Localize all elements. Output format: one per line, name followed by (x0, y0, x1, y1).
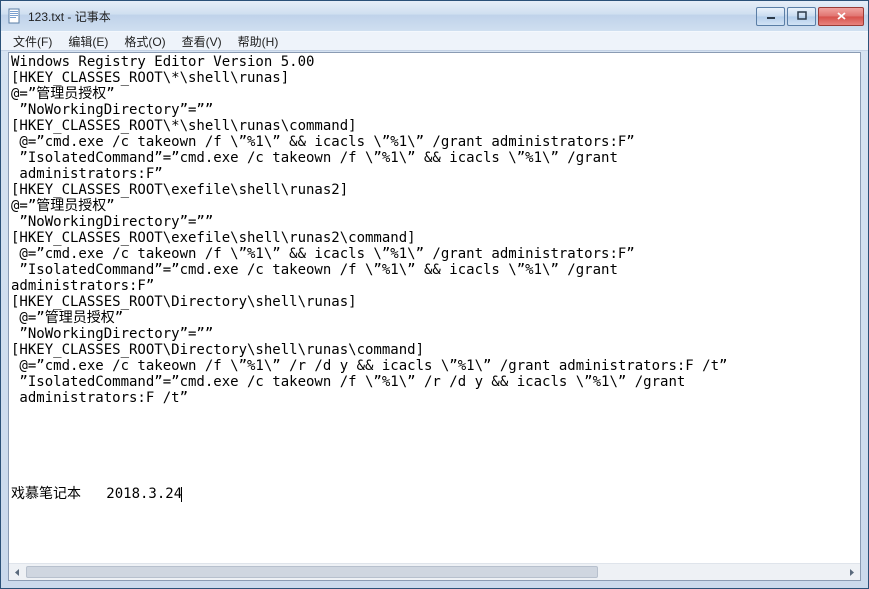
minimize-icon (766, 11, 776, 21)
scroll-thumb[interactable] (26, 566, 598, 578)
text-line (11, 422, 858, 438)
window-title: 123.txt - 记事本 (28, 8, 756, 25)
triangle-right-icon (847, 568, 856, 577)
window-controls (756, 7, 864, 26)
text-line: [HKEY_CLASSES_ROOT\exefile\shell\runas2] (11, 182, 858, 198)
text-line: ”NoWorkingDirectory”=”” (11, 326, 858, 342)
close-button[interactable] (818, 7, 864, 26)
text-line: @=”cmd.exe /c takeown /f \”%1\” && icacl… (11, 246, 858, 262)
text-line: ”IsolatedCommand”=”cmd.exe /c takeown /f… (11, 262, 858, 278)
maximize-icon (797, 11, 807, 21)
text-line: 戏慕笔记本 2018.3.24 (11, 486, 858, 502)
scroll-right-button[interactable] (843, 564, 860, 580)
text-line: [HKEY_CLASSES_ROOT\exefile\shell\runas2\… (11, 230, 858, 246)
maximize-button[interactable] (787, 7, 816, 26)
text-line: [HKEY_CLASSES_ROOT\Directory\shell\runas… (11, 294, 858, 310)
text-line: [HKEY_CLASSES_ROOT\*\shell\runas\command… (11, 118, 858, 134)
text-line: Windows Registry Editor Version 5.00 (11, 54, 858, 70)
notepad-window: 123.txt - 记事本 文件(F) 编辑(E) 格式(O) 查看(V) 帮助… (0, 0, 869, 589)
menu-format[interactable]: 格式(O) (116, 32, 173, 51)
text-line: ”IsolatedCommand”=”cmd.exe /c takeown /f… (11, 150, 858, 166)
client-area-frame: Windows Registry Editor Version 5.00[HKE… (8, 52, 861, 581)
text-line: [HKEY_CLASSES_ROOT\Directory\shell\runas… (11, 342, 858, 358)
menu-edit[interactable]: 编辑(E) (60, 32, 116, 51)
text-line (11, 470, 858, 486)
menu-help[interactable]: 帮助(H) (230, 32, 287, 51)
text-line: administrators:F /t” (11, 390, 858, 406)
text-line: @=”cmd.exe /c takeown /f \”%1\” && icacl… (11, 134, 858, 150)
text-line: administrators:F” (11, 166, 858, 182)
title-bar[interactable]: 123.txt - 记事本 (1, 1, 868, 31)
text-line: @=”管理员授权” (11, 198, 858, 214)
minimize-button[interactable] (756, 7, 785, 26)
text-line (11, 454, 858, 470)
text-line: [HKEY_CLASSES_ROOT\*\shell\runas] (11, 70, 858, 86)
close-icon (836, 11, 847, 21)
text-line (11, 406, 858, 422)
text-area[interactable]: Windows Registry Editor Version 5.00[HKE… (9, 53, 860, 563)
scroll-left-button[interactable] (9, 564, 26, 580)
horizontal-scrollbar[interactable] (9, 563, 860, 580)
menu-bar: 文件(F) 编辑(E) 格式(O) 查看(V) 帮助(H) (1, 31, 868, 51)
text-line: administrators:F” (11, 278, 858, 294)
text-line: @=”管理员授权” (11, 86, 858, 102)
scroll-track[interactable] (26, 564, 843, 580)
menu-view[interactable]: 查看(V) (174, 32, 230, 51)
triangle-left-icon (13, 568, 22, 577)
text-line: @=”cmd.exe /c takeown /f \”%1\” /r /d y … (11, 358, 858, 374)
text-line: ”NoWorkingDirectory”=”” (11, 102, 858, 118)
text-line: ”IsolatedCommand”=”cmd.exe /c takeown /f… (11, 374, 858, 390)
text-line: ”NoWorkingDirectory”=”” (11, 214, 858, 230)
text-line: @=”管理员授权” (11, 310, 858, 326)
menu-file[interactable]: 文件(F) (5, 32, 60, 51)
text-caret (181, 487, 182, 502)
text-line (11, 438, 858, 454)
app-icon (7, 8, 23, 24)
